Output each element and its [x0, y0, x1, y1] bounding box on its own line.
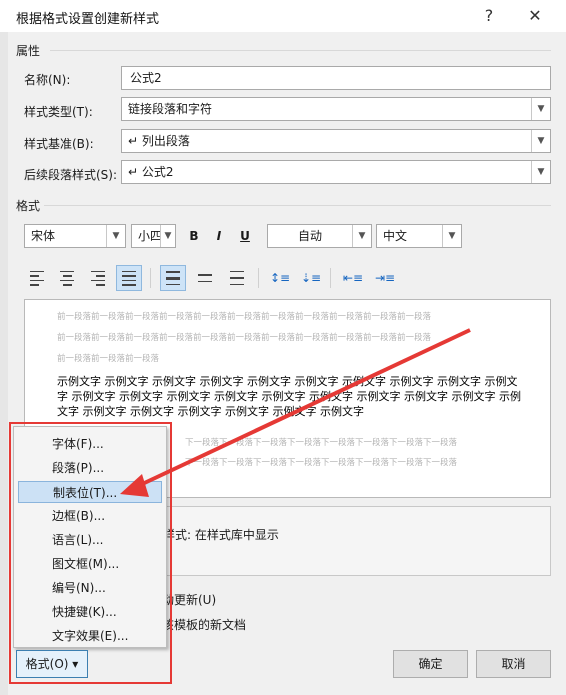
annotation-arrow-head — [120, 474, 149, 497]
annotation-arrow — [120, 328, 471, 497]
annotation-arrow-shaft — [137, 328, 471, 488]
